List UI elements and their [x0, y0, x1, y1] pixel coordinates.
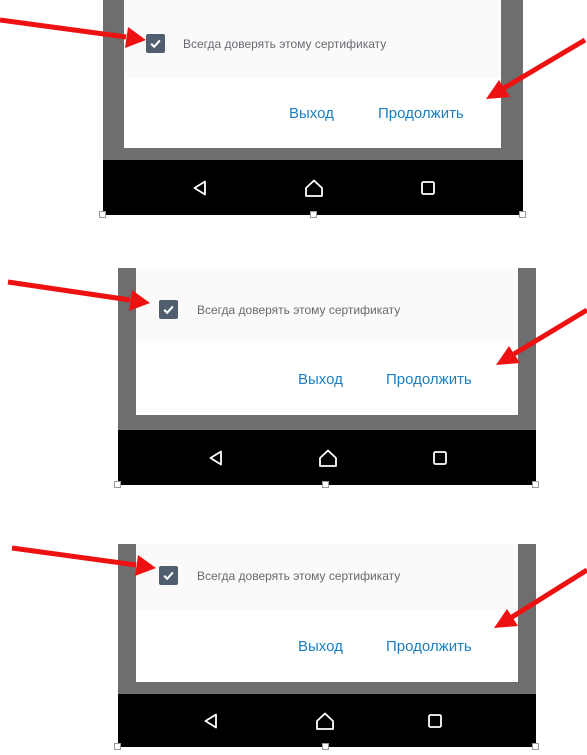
- resize-handle: [99, 211, 106, 218]
- phone-frame: Всегда доверять этому сертификату Выход …: [118, 544, 536, 747]
- continue-button[interactable]: Продолжить: [386, 371, 472, 388]
- back-icon[interactable]: [207, 449, 225, 467]
- home-icon[interactable]: [303, 178, 325, 198]
- resize-handle: [114, 743, 121, 750]
- trust-certificate-label: Всегда доверять этому сертификату: [183, 37, 387, 51]
- exit-button[interactable]: Выход: [298, 371, 343, 388]
- phone-bezel-right: [501, 0, 523, 160]
- checkmark-icon: [150, 39, 161, 49]
- recents-icon[interactable]: [420, 180, 436, 196]
- resize-handle: [532, 481, 539, 488]
- android-navbar: [103, 160, 523, 215]
- dialog-screen: Всегда доверять этому сертификату Выход …: [124, 0, 501, 148]
- screenshot-panel-3: Всегда доверять этому сертификату Выход …: [0, 500, 587, 755]
- exit-button[interactable]: Выход: [289, 105, 334, 122]
- screenshot-panel-1: Всегда доверять этому сертификату Выход …: [0, 0, 587, 235]
- phone-bezel-right: [518, 544, 536, 694]
- phone-bezel-left: [118, 268, 136, 430]
- trust-certificate-checkbox[interactable]: [159, 566, 178, 585]
- phone-bezel-bottom: [118, 415, 536, 430]
- resize-handle: [532, 743, 539, 750]
- phone-bezel-left: [103, 0, 124, 160]
- back-icon[interactable]: [202, 712, 220, 730]
- phone-bezel-right: [518, 268, 536, 430]
- trust-certificate-label: Всегда доверять этому сертификату: [197, 303, 401, 317]
- trust-certificate-label: Всегда доверять этому сертификату: [197, 569, 401, 583]
- checkmark-icon: [163, 571, 174, 581]
- trust-certificate-checkbox[interactable]: [159, 300, 178, 319]
- android-navbar: [118, 430, 536, 485]
- phone-frame: Всегда доверять этому сертификату Выход …: [118, 268, 536, 485]
- resize-handle: [114, 481, 121, 488]
- phone-bezel-bottom: [118, 682, 536, 694]
- recents-icon[interactable]: [432, 450, 448, 466]
- trust-certificate-row[interactable]: Всегда доверять этому сертификату: [136, 544, 518, 610]
- resize-handle: [322, 481, 329, 488]
- trust-certificate-row[interactable]: Всегда доверять этому сертификату: [124, 0, 501, 78]
- continue-button[interactable]: Продолжить: [386, 638, 472, 655]
- screenshot-panel-2: Всегда доверять этому сертификату Выход …: [0, 240, 587, 490]
- home-icon[interactable]: [314, 711, 336, 731]
- recents-icon[interactable]: [427, 713, 443, 729]
- dialog-screen: Всегда доверять этому сертификату Выход …: [136, 268, 518, 415]
- phone-bezel-bottom: [103, 148, 523, 160]
- resize-handle: [310, 211, 317, 218]
- android-navbar: [118, 694, 536, 747]
- trust-certificate-checkbox[interactable]: [146, 34, 165, 53]
- phone-frame: Всегда доверять этому сертификату Выход …: [103, 0, 523, 215]
- exit-button[interactable]: Выход: [298, 638, 343, 655]
- resize-handle: [519, 211, 526, 218]
- back-icon[interactable]: [191, 179, 209, 197]
- trust-certificate-row[interactable]: Всегда доверять этому сертификату: [136, 268, 518, 343]
- checkmark-icon: [163, 305, 174, 315]
- dialog-screen: Всегда доверять этому сертификату Выход …: [136, 544, 518, 682]
- resize-handle: [322, 743, 329, 750]
- continue-button[interactable]: Продолжить: [378, 105, 464, 122]
- phone-bezel-left: [118, 544, 136, 694]
- home-icon[interactable]: [317, 448, 339, 468]
